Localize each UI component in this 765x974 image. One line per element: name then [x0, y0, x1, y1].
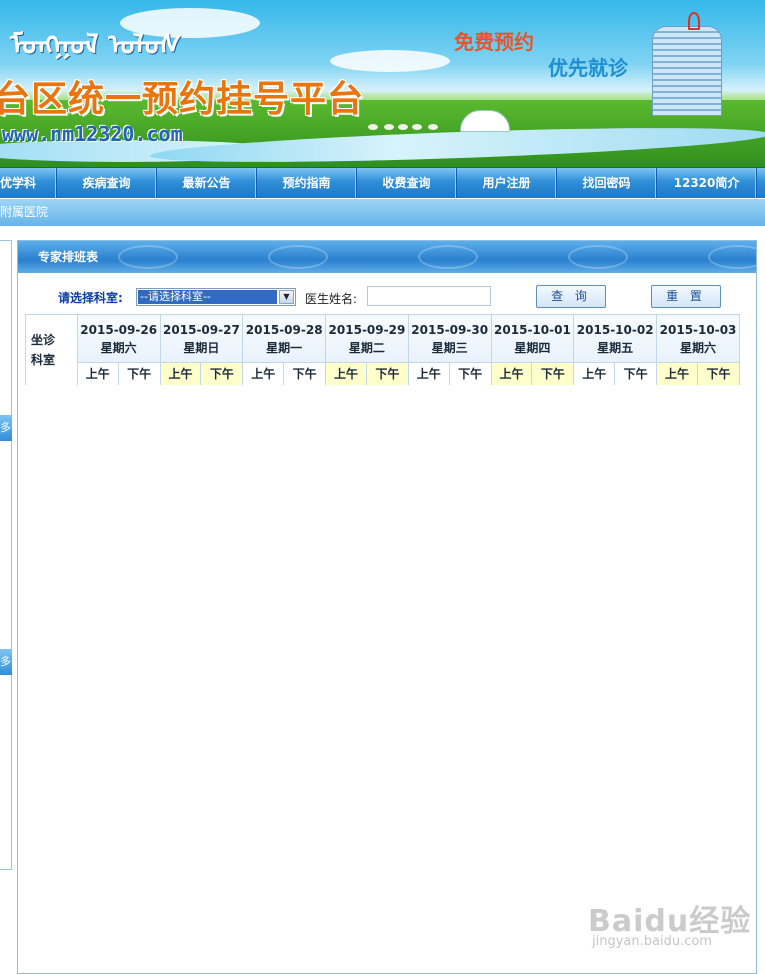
left-box-more-label: 多: [0, 655, 11, 668]
decor-swirl-icon: [708, 245, 756, 269]
nav-item-about-12320[interactable]: 12320简介: [657, 168, 757, 198]
weekday-label: 星期二: [348, 340, 385, 355]
morning-slot-header: 上午: [490, 362, 533, 385]
afternoon-slot-header: 下午: [200, 362, 244, 385]
afternoon-slot-header: 下午: [448, 362, 492, 385]
nav-item-disease-search[interactable]: 疾病查询: [57, 168, 157, 198]
slogan-free-booking: 免费预约: [454, 30, 534, 54]
date-header: 2015-09-27 星期日: [159, 314, 244, 363]
reset-button[interactable]: 重 置: [651, 285, 721, 308]
doctor-name-input[interactable]: [367, 286, 491, 306]
weekday-label: 星期六: [680, 340, 717, 355]
left-box-more-button[interactable]: 多: [0, 649, 12, 675]
weekday-label: 星期四: [514, 340, 551, 355]
site-url: www.nm12320.com: [2, 122, 183, 146]
date-label: 2015-10-03: [659, 322, 737, 337]
left-box-more-button[interactable]: 多: [0, 415, 12, 441]
slogan-priority: 优先就诊: [548, 56, 628, 80]
corner-label-bottom: 科室: [31, 353, 56, 367]
main-nav: 优学科 疾病查询 最新公告 预约指南 收费查询 用户注册 找回密码 12320简…: [0, 167, 765, 198]
decor-swirl-icon: [418, 245, 478, 269]
nav-item-booking-guide[interactable]: 预约指南: [257, 168, 357, 198]
watermark-url: jingyan.baidu.com: [592, 934, 712, 949]
department-select[interactable]: --请选择科室-- ▼: [136, 288, 296, 306]
date-label: 2015-09-27: [163, 322, 240, 337]
expert-schedule-panel: 专家排班表 请选择科室: --请选择科室-- ▼ 医生姓名: 查 询 重 置 坐…: [17, 240, 757, 974]
banner-cloud: [330, 50, 450, 72]
afternoon-slot-header: 下午: [365, 362, 409, 385]
hospital-building-icon: [652, 26, 722, 116]
date-label: 2015-09-26: [80, 322, 158, 337]
header-banner: ᠮᠣᠩᠭᠣᠯ ᠤᠯᠤᠰ 台区统一预约挂号平台 www.nm12320.com 免…: [0, 0, 765, 167]
weekday-label: 星期三: [431, 340, 468, 355]
schedule-table-viewport: 坐诊 科室 2015-09-26 星期六 2015-09-27 星期日 2015-0…: [25, 314, 740, 385]
hospital-logo-icon: [688, 12, 700, 30]
department-label: 请选择科室:: [58, 291, 123, 305]
weekday-label: 星期日: [183, 340, 220, 355]
date-header: 2015-10-03 星期六: [656, 314, 740, 363]
schedule-table: 坐诊 科室 2015-09-26 星期六 2015-09-27 星期日 2015-0…: [25, 314, 740, 385]
date-label: 2015-10-02: [576, 322, 654, 337]
date-header: 2015-09-26 星期六: [76, 314, 161, 363]
schedule-date-row: 坐诊 科室 2015-09-26 星期六 2015-09-27 星期日 2015-0…: [25, 314, 740, 385]
nav-item-recover-password[interactable]: 找回密码: [557, 168, 657, 198]
morning-slot-header: 上午: [573, 362, 616, 385]
sheep-icon: [412, 124, 422, 130]
weekday-label: 星期五: [597, 340, 634, 355]
date-header: 2015-10-02 星期五: [573, 314, 658, 363]
query-button[interactable]: 查 询: [536, 285, 606, 308]
panel-header: 专家排班表: [18, 241, 756, 273]
panel-title: 专家排班表: [38, 250, 99, 264]
site-title: 台区统一预约挂号平台: [0, 79, 365, 120]
date-label: 2015-09-28: [245, 322, 323, 337]
decor-swirl-icon: [568, 245, 628, 269]
location-text: 附属医院: [0, 205, 49, 219]
date-label: 2015-10-01: [494, 322, 571, 337]
mongolian-script-title: ᠮᠣᠩᠭᠣᠯ ᠤᠯᠤᠰ: [10, 28, 182, 61]
date-header: 2015-09-29 星期二: [325, 314, 409, 363]
location-bar: 附属医院: [0, 199, 765, 226]
schedule-ampm-row: 上午 下午 上午 下午 上午 下午 上午 下午 上午 下午 上午 下午 上午 下午 上午 下午: [26, 362, 740, 385]
morning-slot-header: 上午: [407, 362, 450, 385]
nav-item-fee-search[interactable]: 收费查询: [357, 168, 457, 198]
sheep-icon: [428, 124, 438, 130]
department-selected-value: --请选择科室--: [138, 290, 277, 304]
decor-swirl-icon: [268, 245, 328, 269]
schedule-filter: 请选择科室: --请选择科室-- ▼ 医生姓名: 查 询 重 置: [18, 285, 756, 309]
date-header: 2015-09-28 星期一: [242, 314, 327, 363]
date-label: 2015-09-29: [328, 322, 406, 337]
morning-slot-header: 上午: [656, 362, 698, 385]
sheep-icon: [398, 124, 408, 130]
morning-slot-header: 上午: [76, 362, 119, 385]
clinic-department-header: 坐诊 科室: [25, 314, 78, 385]
sheep-icon: [368, 124, 378, 130]
morning-slot-header: 上午: [242, 362, 285, 385]
sheep-icon: [384, 124, 394, 130]
chevron-down-icon[interactable]: ▼: [279, 290, 294, 304]
doctor-name-label: 医生姓名:: [305, 292, 358, 306]
afternoon-slot-header: 下午: [531, 362, 575, 385]
afternoon-slot-header: 下午: [614, 362, 658, 385]
afternoon-slot-header: 下午: [283, 362, 327, 385]
morning-slot-header: 上午: [159, 362, 202, 385]
nav-item-departments[interactable]: 优学科: [0, 168, 57, 198]
date-header: 2015-09-30 星期三: [407, 314, 492, 363]
decor-swirl-icon: [118, 245, 178, 269]
weekday-label: 星期六: [100, 340, 137, 355]
corner-label-top: 坐诊: [31, 333, 56, 347]
date-header: 2015-10-01 星期四: [490, 314, 575, 363]
left-sidebar: 多 多: [0, 240, 12, 870]
left-box-more-label: 多: [0, 421, 11, 434]
afternoon-slot-header: 下午: [696, 362, 740, 385]
nav-item-announcements[interactable]: 最新公告: [157, 168, 257, 198]
afternoon-slot-header: 下午: [117, 362, 161, 385]
date-label: 2015-09-30: [411, 322, 489, 337]
morning-slot-header: 上午: [325, 362, 367, 385]
weekday-label: 星期一: [266, 340, 303, 355]
nav-item-register[interactable]: 用户注册: [457, 168, 557, 198]
